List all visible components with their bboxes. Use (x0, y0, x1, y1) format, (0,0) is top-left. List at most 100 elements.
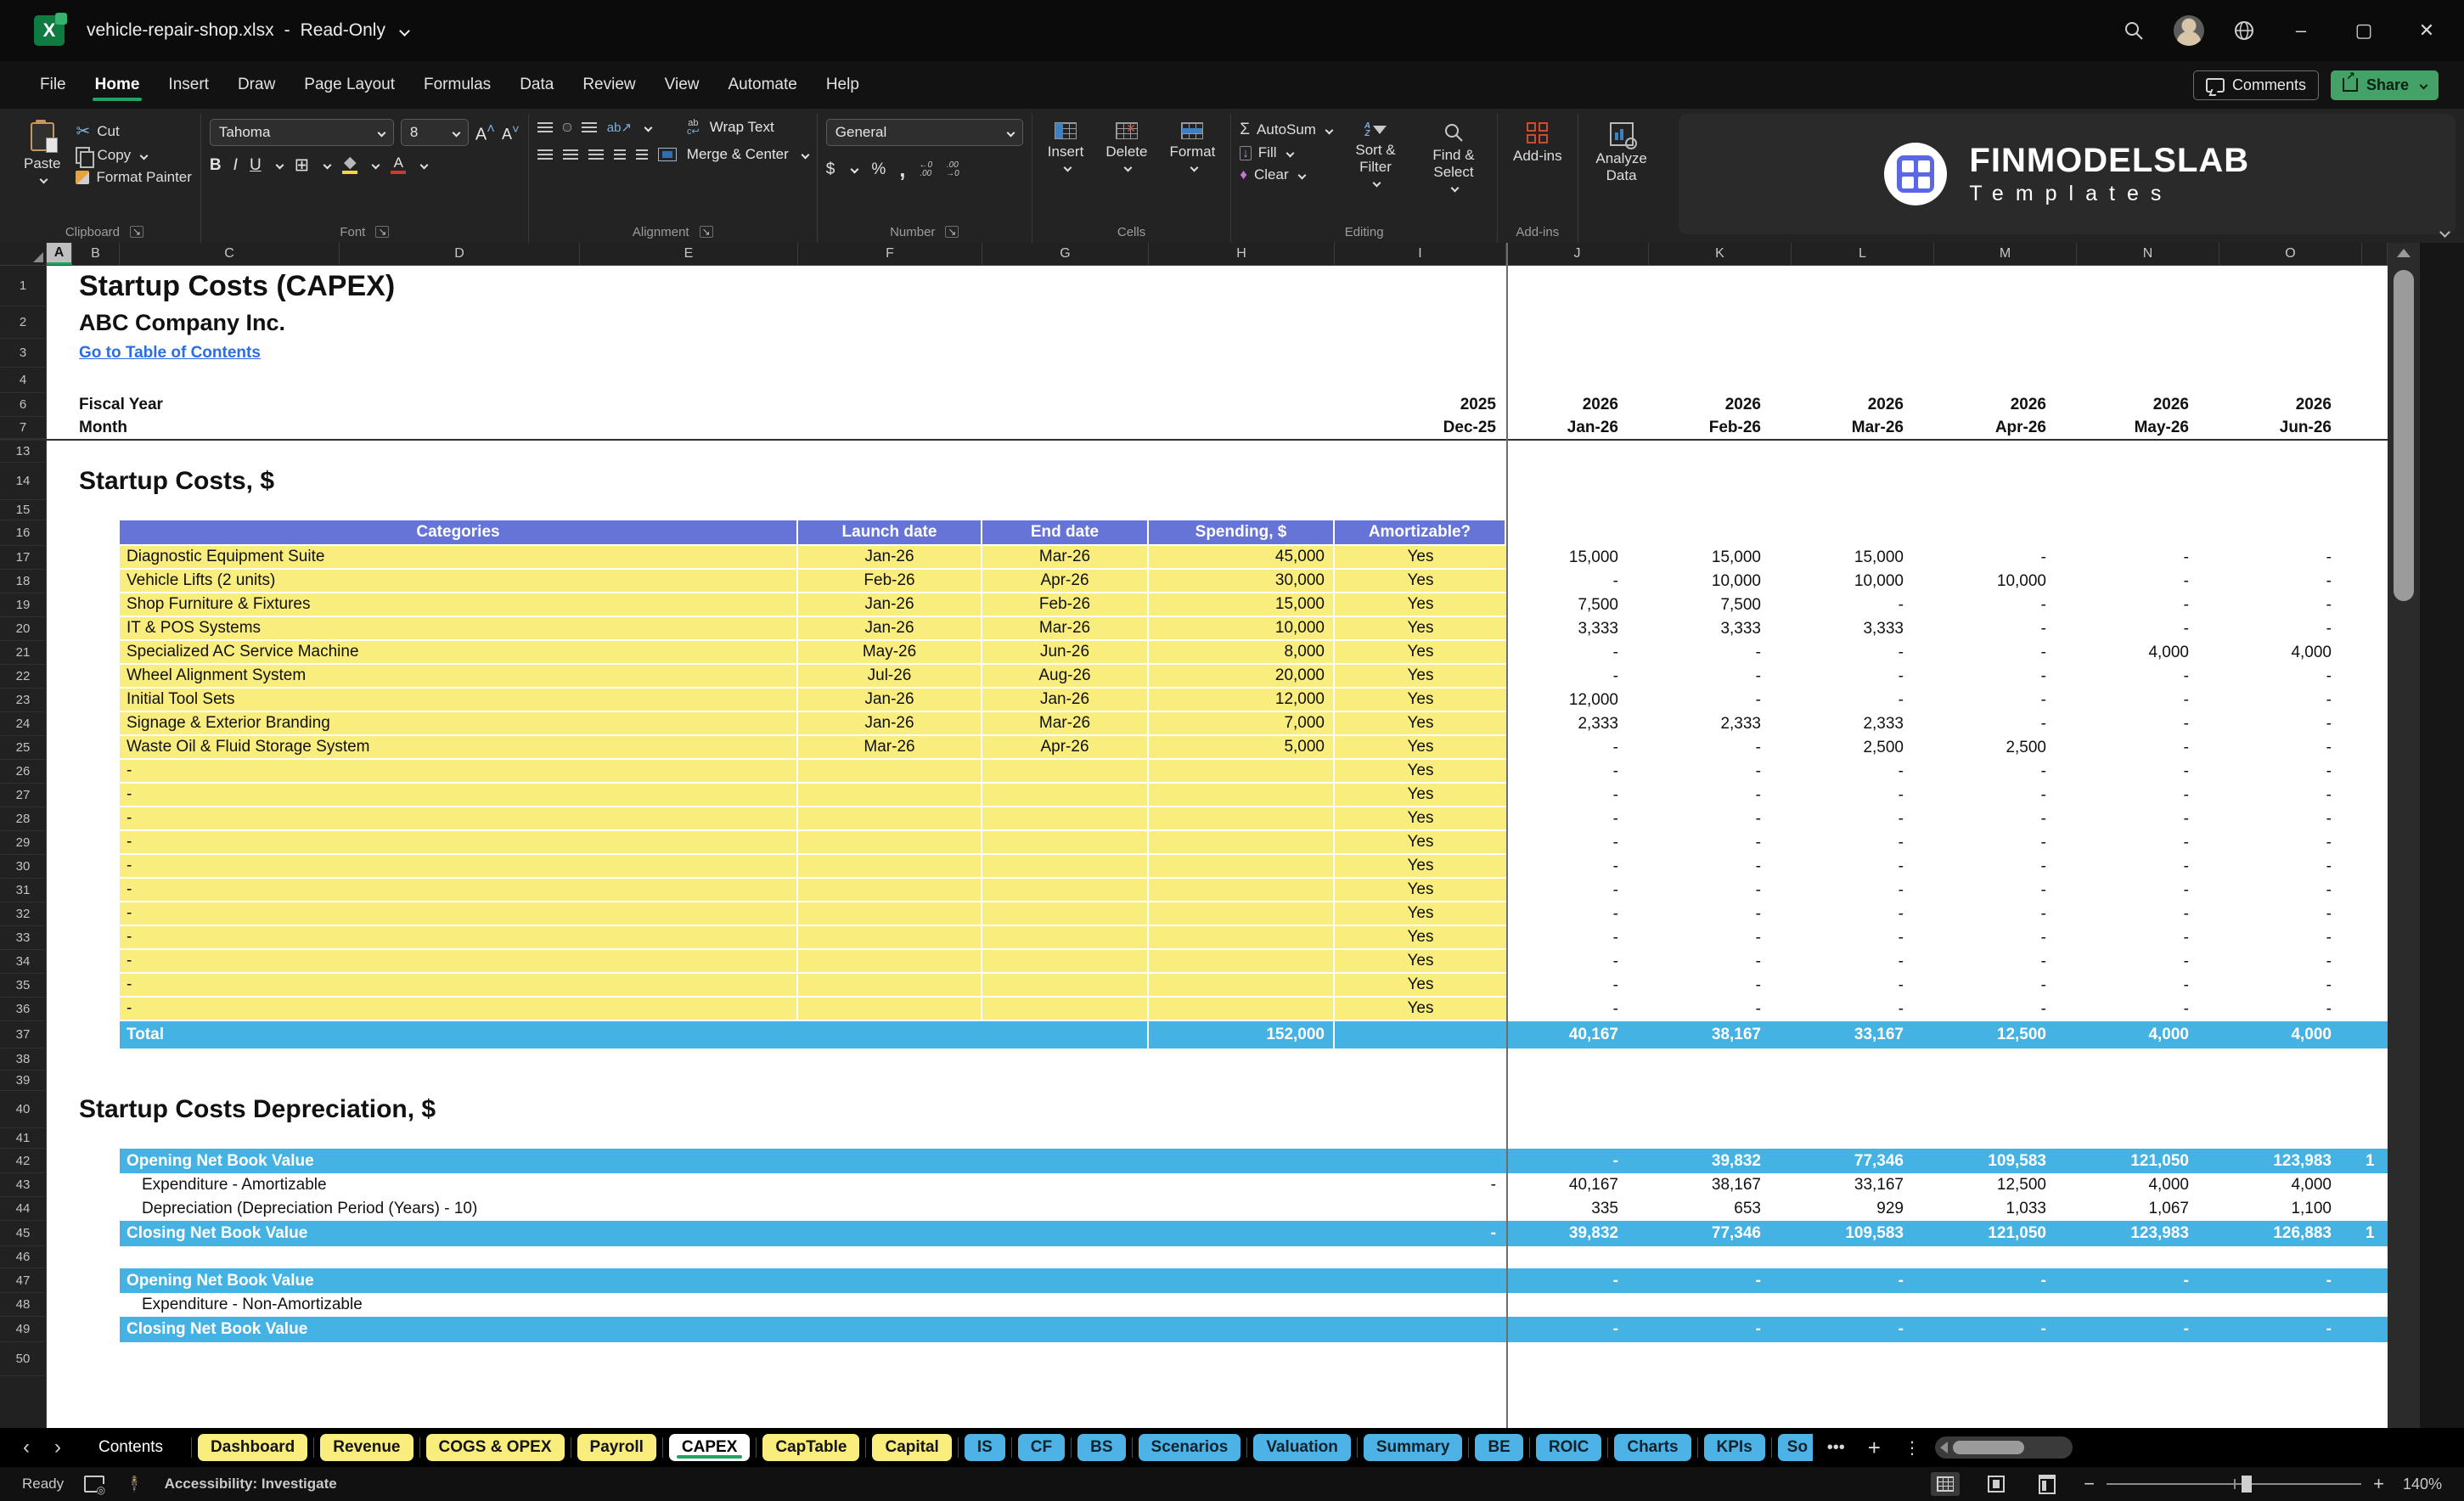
detail-month[interactable]: 653 (1649, 1197, 1792, 1221)
zoom-slider[interactable] (2107, 1476, 2362, 1493)
month-value-cell[interactable]: - (1934, 546, 2077, 570)
month-value-cell[interactable]: - (2219, 902, 2362, 926)
table-of-contents-link[interactable]: Go to Table of Contents (47, 339, 2388, 368)
spacer-cell[interactable] (47, 855, 120, 879)
amortizable-cell[interactable]: Yes (1335, 546, 1506, 570)
row-header-25[interactable]: 25 (0, 736, 47, 760)
fiscal-month-value[interactable]: Jun-26 (2219, 417, 2362, 439)
month-value-cell[interactable]: - (1506, 902, 1649, 926)
italic-button[interactable]: I (233, 156, 238, 175)
sheet-tab-be[interactable]: BE (1475, 1434, 1523, 1461)
align-left-button[interactable] (537, 149, 553, 160)
month-value-cell[interactable]: - (2219, 974, 2362, 998)
partial-cell[interactable] (2362, 1268, 2388, 1293)
category-cell[interactable]: Initial Tool Sets (120, 689, 798, 712)
spacer-cell[interactable] (47, 950, 120, 974)
month-value-cell[interactable]: - (2077, 736, 2219, 760)
book-value-month[interactable]: 123,983 (2219, 1149, 2362, 1173)
row-header-30[interactable]: 30 (0, 855, 47, 879)
filler-cell[interactable] (1506, 520, 2388, 546)
spending-cell[interactable] (1149, 950, 1335, 974)
spacer-cell[interactable] (47, 520, 120, 546)
close-button[interactable]: ✕ (2410, 20, 2444, 42)
chevron-down-icon[interactable] (399, 25, 410, 37)
total-spending[interactable]: 152,000 (1149, 1021, 1335, 1048)
align-middle-button[interactable] (562, 123, 571, 132)
underline-button[interactable]: U (250, 156, 262, 175)
book-value-month[interactable]: 39,832 (1649, 1149, 1792, 1173)
minimize-button[interactable]: – (2284, 20, 2318, 42)
category-cell[interactable]: - (120, 807, 798, 831)
decrease-decimal-button[interactable]: .00 →0 (946, 160, 959, 178)
total-amortizable[interactable] (1335, 1021, 1506, 1048)
partial-cell[interactable] (2362, 1197, 2388, 1221)
format-painter-button[interactable]: Format Painter (76, 169, 192, 186)
month-value-cell[interactable]: - (1934, 593, 2077, 617)
book-value-month[interactable]: 109,583 (1934, 1149, 2077, 1173)
month-value-cell[interactable]: - (1792, 760, 1934, 784)
launch-date-cell[interactable]: Jan-26 (798, 593, 982, 617)
month-value-cell[interactable]: - (2077, 831, 2219, 855)
column-header-partial[interactable] (2362, 243, 2388, 265)
book-value-month[interactable]: 123,983 (2077, 1221, 2219, 1246)
month-value-cell[interactable]: - (2219, 950, 2362, 974)
sheet-tab-scenarios[interactable]: Scenarios (1138, 1434, 1241, 1461)
partial-cell[interactable] (2362, 926, 2388, 950)
end-date-cell[interactable] (982, 760, 1149, 784)
amortizable-cell[interactable]: Yes (1335, 831, 1506, 855)
merge-center-button[interactable]: Merge & Center (687, 146, 789, 163)
month-value-cell[interactable]: 10,000 (1792, 570, 1934, 593)
detail-month[interactable]: 4,000 (2219, 1173, 2362, 1197)
cut-button[interactable]: ✂ Cut (76, 121, 191, 142)
category-cell[interactable]: - (120, 902, 798, 926)
month-value-cell[interactable]: - (1934, 807, 2077, 831)
month-value-cell[interactable]: - (2077, 807, 2219, 831)
month-value-cell[interactable]: - (1506, 665, 1649, 689)
book-value-month[interactable]: 121,050 (2077, 1149, 2219, 1173)
month-value-cell[interactable]: 15,000 (1792, 546, 1934, 570)
font-color-button[interactable]: A (391, 155, 407, 174)
sheet-tab-so[interactable]: So (1777, 1434, 1813, 1461)
spending-cell[interactable]: 20,000 (1149, 665, 1335, 689)
row-header-24[interactable]: 24 (0, 712, 47, 736)
book-value-label[interactable]: Opening Net Book Value (120, 1149, 1335, 1173)
spacer-cell[interactable] (47, 784, 120, 807)
month-value-cell[interactable]: - (1506, 784, 1649, 807)
month-value-cell[interactable]: - (1649, 760, 1792, 784)
spending-cell[interactable]: 30,000 (1149, 570, 1335, 593)
fiscal-month-value[interactable]: Mar-26 (1792, 417, 1934, 439)
detail-month[interactable]: 33,167 (1792, 1173, 1934, 1197)
category-cell[interactable]: IT & POS Systems (120, 617, 798, 641)
increase-indent-button[interactable] (635, 149, 648, 160)
month-value-cell[interactable]: - (1934, 950, 2077, 974)
launch-date-cell[interactable] (798, 760, 982, 784)
month-value-cell[interactable]: - (1506, 831, 1649, 855)
macro-record-icon[interactable] (84, 1476, 106, 1496)
total-month-value[interactable]: 12,500 (1934, 1021, 2077, 1048)
addins-button[interactable]: Add-ins (1506, 119, 1569, 168)
category-cell[interactable]: Shop Furniture & Fixtures (120, 593, 798, 617)
normal-view-button[interactable] (1931, 1472, 1961, 1496)
month-value-cell[interactable]: - (2219, 998, 2362, 1021)
fiscal-label[interactable]: Month (47, 417, 1335, 439)
month-value-cell[interactable]: 3,333 (1649, 617, 1792, 641)
align-right-button[interactable] (588, 149, 604, 160)
month-value-cell[interactable]: - (2077, 855, 2219, 879)
partial-cell[interactable] (2362, 879, 2388, 902)
month-value-cell[interactable]: - (1934, 712, 2077, 736)
fiscal-month-value[interactable]: Jan-26 (1506, 417, 1649, 439)
fiscal-month-value[interactable]: 2026 (1792, 393, 1934, 417)
search-icon[interactable] (2123, 20, 2145, 42)
month-value-cell[interactable]: - (1649, 641, 1792, 665)
end-date-cell[interactable] (982, 879, 1149, 902)
month-value-cell[interactable]: 4,000 (2219, 641, 2362, 665)
category-cell[interactable]: - (120, 855, 798, 879)
decrease-indent-button[interactable] (613, 149, 626, 160)
amortizable-cell[interactable]: Yes (1335, 974, 1506, 998)
row-header-2[interactable]: 2 (0, 306, 47, 339)
vertical-scrollbar[interactable] (2388, 243, 2420, 1428)
row-header-31[interactable]: 31 (0, 879, 47, 902)
partial-cell[interactable] (2362, 807, 2388, 831)
month-value-cell[interactable]: - (2077, 974, 2219, 998)
row-header-36[interactable]: 36 (0, 998, 47, 1021)
